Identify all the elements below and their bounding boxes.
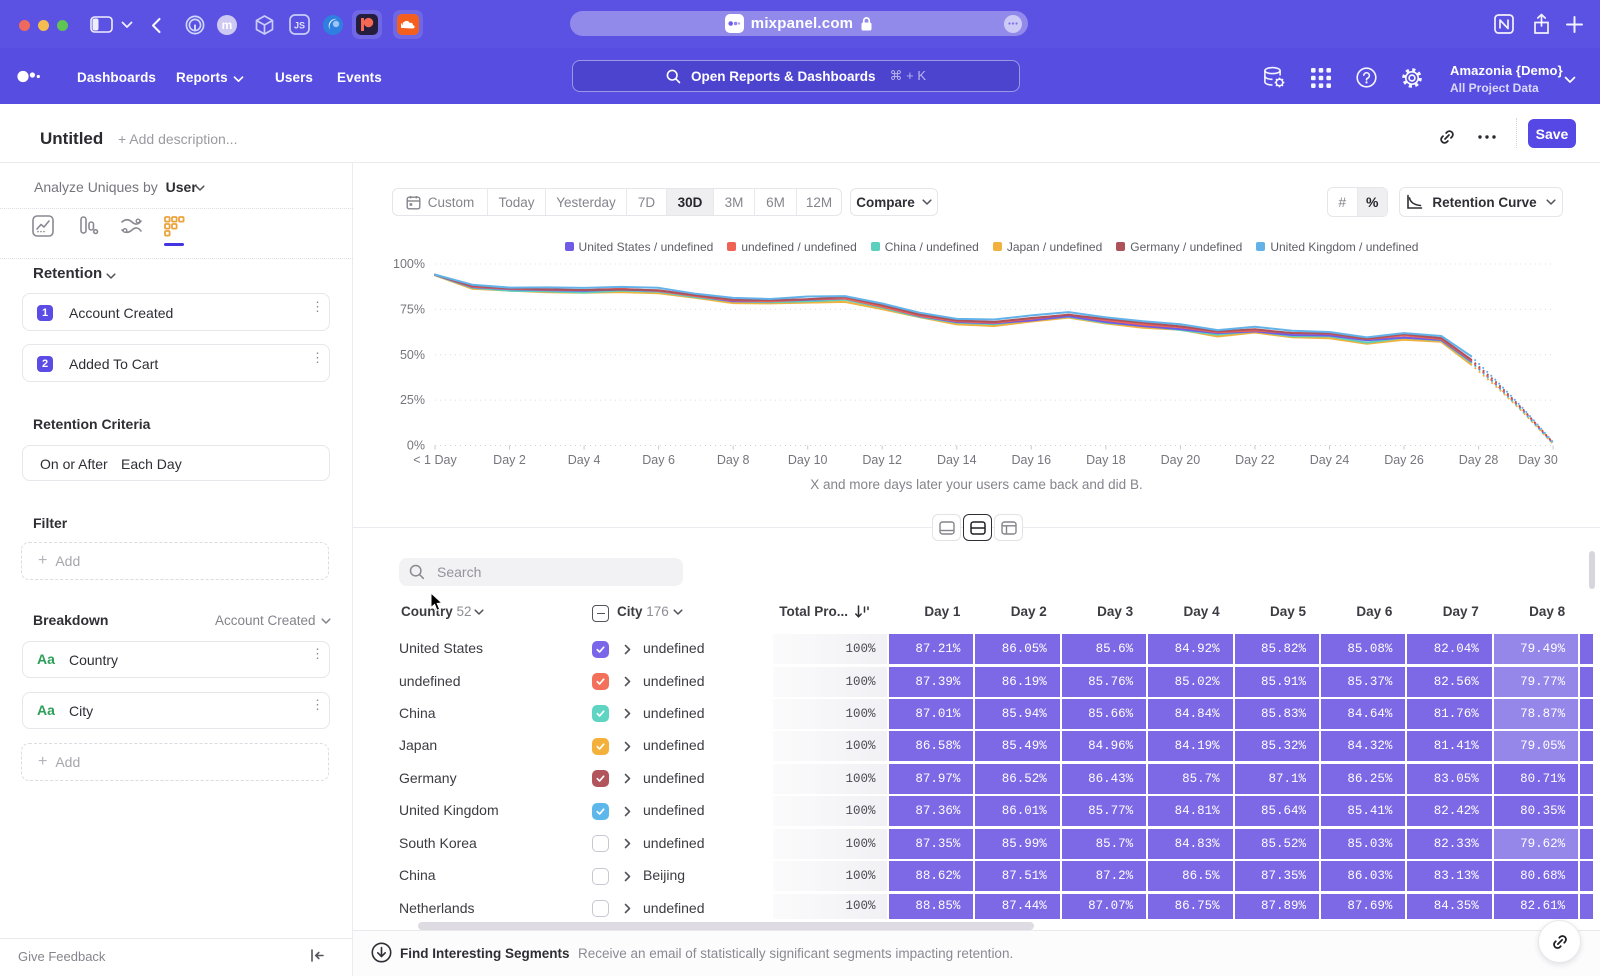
svg-text:100%: 100% [393, 257, 425, 271]
svg-text:Day 20: Day 20 [1161, 453, 1201, 467]
svg-text:Day 6: Day 6 [642, 453, 675, 467]
svg-text:50%: 50% [400, 348, 425, 362]
svg-text:Day 16: Day 16 [1011, 453, 1051, 467]
svg-text:75%: 75% [400, 302, 425, 316]
svg-text:Day 28: Day 28 [1459, 453, 1499, 467]
svg-text:Day 12: Day 12 [862, 453, 902, 467]
svg-text:Day 22: Day 22 [1235, 453, 1275, 467]
svg-text:25%: 25% [400, 393, 425, 407]
svg-text:Day 2: Day 2 [493, 453, 526, 467]
svg-text:Day 4: Day 4 [568, 453, 601, 467]
svg-text:JS: JS [294, 21, 305, 31]
svg-text:Day 18: Day 18 [1086, 453, 1126, 467]
svg-text:0%: 0% [407, 439, 425, 453]
svg-text:Day 10: Day 10 [788, 453, 828, 467]
svg-text:< 1 Day: < 1 Day [413, 453, 457, 467]
svg-text:Day 14: Day 14 [937, 453, 977, 467]
svg-text:Day 26: Day 26 [1384, 453, 1424, 467]
svg-text:Day 24: Day 24 [1310, 453, 1350, 467]
svg-text:Day 30: Day 30 [1518, 453, 1558, 467]
svg-text:Day 8: Day 8 [717, 453, 750, 467]
